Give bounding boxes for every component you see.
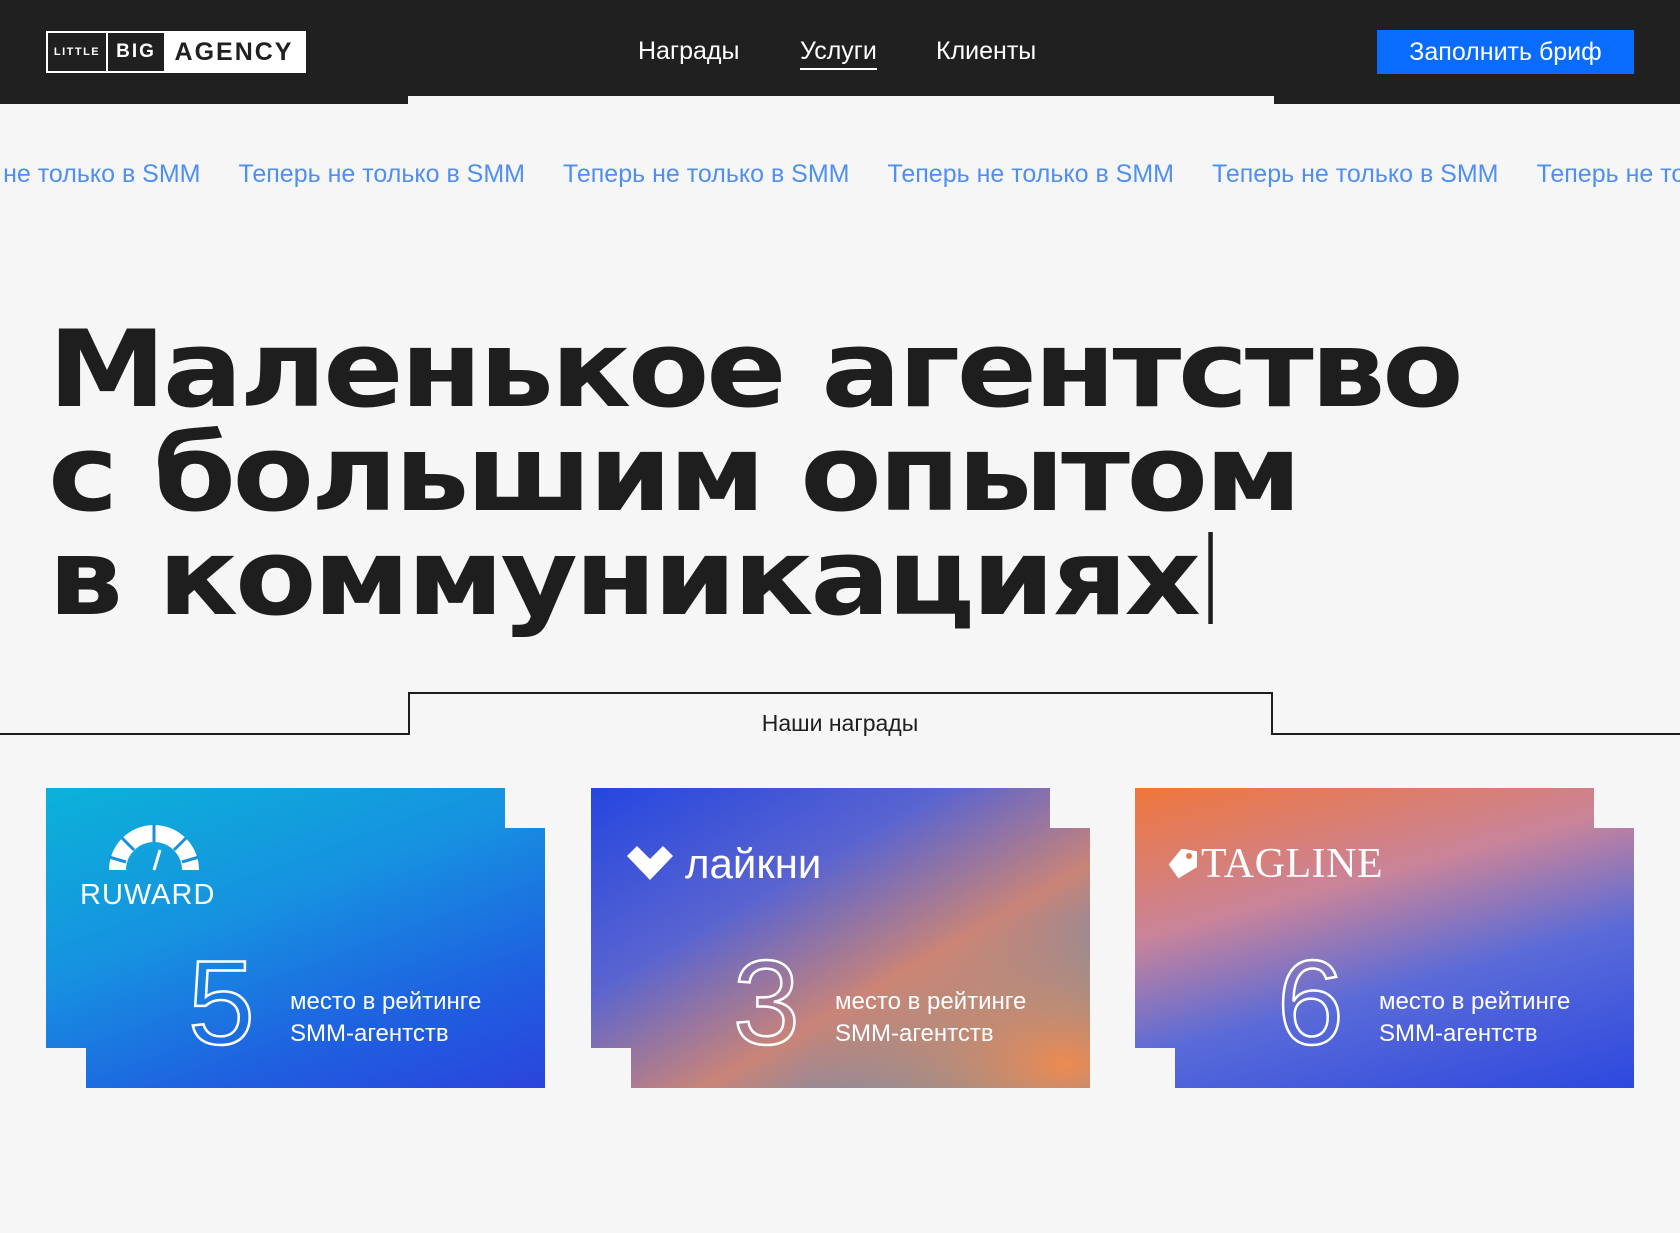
awards-section-label: Наши награды xyxy=(761,710,919,736)
ruward-logo: RUWARD xyxy=(80,822,240,912)
hero-heading: Маленькое агентство с большим опытом в к… xyxy=(48,317,1668,631)
laykni-brand: лайкни xyxy=(685,840,822,887)
place-number: 6 xyxy=(1276,956,1345,1052)
award-card-tagline: TAGLINE 6 место в рейтинге SMM-агентств xyxy=(1135,788,1634,1088)
place-number-text: 3 xyxy=(733,956,800,1052)
nav-item-awards[interactable]: Награды xyxy=(638,34,739,68)
gauge-icon xyxy=(108,824,200,871)
hero-line-2: с большим опытом xyxy=(48,412,1302,535)
marquee-item: Теперь не только в SMM xyxy=(887,160,1175,188)
header-notch xyxy=(408,96,1274,104)
tagline-brand: TAGLINE xyxy=(1201,841,1384,887)
place-line-1: место в рейтинге xyxy=(835,988,1027,1015)
nav-item-clients[interactable]: Клиенты xyxy=(936,34,1036,68)
tagline-logo: TAGLINE xyxy=(1169,840,1383,888)
tag-icon xyxy=(1169,849,1197,879)
hero-line-3: в коммуникациях xyxy=(48,525,1680,631)
place-number: 3 xyxy=(732,956,801,1052)
place-description: место в рейтинге SMM-агентств xyxy=(835,986,1026,1050)
marquee-item: Теперь не только в SMM xyxy=(1536,160,1680,188)
marquee-item: Теперь не только в SMM xyxy=(238,160,526,188)
nav-item-services[interactable]: Услуги xyxy=(800,34,877,70)
marquee-track: Теперь не только в SMM Теперь не только … xyxy=(0,152,1680,196)
hero-line-1: Маленькое агентство xyxy=(48,308,1464,431)
ruward-brand: RUWARD xyxy=(80,879,216,911)
heart-icon xyxy=(627,846,673,880)
place-line-2: SMM-агентств xyxy=(835,1020,994,1047)
award-card-laykni: лайкни 3 место в рейтинге SMM-агентств xyxy=(591,788,1090,1088)
marquee-item: Теперь не только в SMM xyxy=(0,160,201,188)
marquee-item: Теперь не только в SMM xyxy=(1212,160,1499,188)
award-card-ruward: RUWARD 5 место в рейтинге SMM-агентств xyxy=(46,788,545,1088)
hero-line-3-text: в коммуникациях xyxy=(48,516,1201,639)
place-line-2: SMM-агентств xyxy=(1379,1020,1538,1047)
fill-brief-button[interactable]: Заполнить бриф xyxy=(1377,30,1634,74)
place-number: 5 xyxy=(187,956,256,1052)
place-number-text: 5 xyxy=(188,956,255,1052)
place-description: место в рейтинге SMM-агентств xyxy=(1379,986,1570,1050)
place-line-2: SMM-агентств xyxy=(290,1020,449,1047)
marquee-strip: Теперь не только в SMM Теперь не только … xyxy=(0,152,1680,196)
site-header: LITTLE BIG AGENCY Награды Услуги Клиенты… xyxy=(0,0,1680,104)
place-number-text: 6 xyxy=(1277,956,1344,1052)
place-line-1: место в рейтинге xyxy=(290,988,482,1015)
place-line-1: место в рейтинге xyxy=(1379,988,1571,1015)
marquee-item: Теперь не только в SMM xyxy=(563,160,850,188)
place-description: место в рейтинге SMM-агентств xyxy=(290,986,481,1050)
laykni-logo: лайкни xyxy=(627,840,821,888)
text-caret xyxy=(1208,532,1214,624)
